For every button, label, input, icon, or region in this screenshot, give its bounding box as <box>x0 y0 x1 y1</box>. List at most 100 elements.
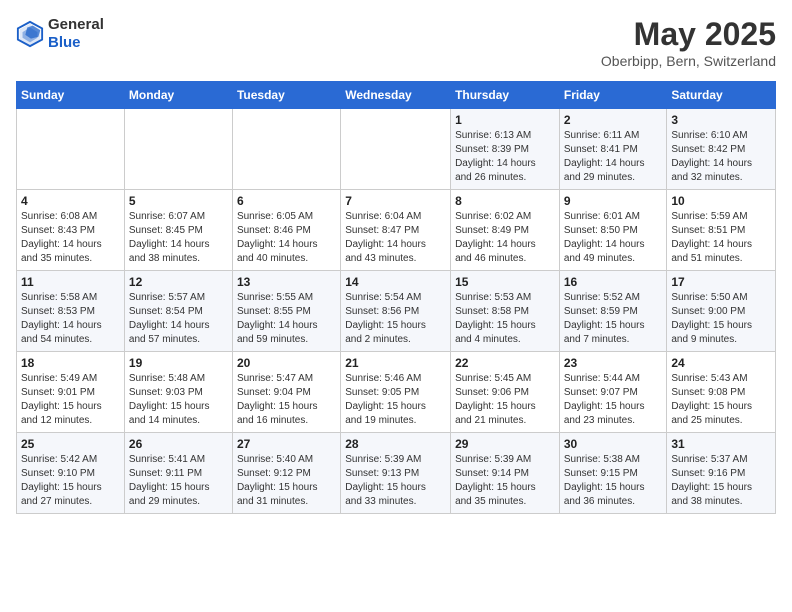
day-info: Sunrise: 6:02 AM Sunset: 8:49 PM Dayligh… <box>455 210 555 266</box>
day-number: 24 <box>671 356 771 370</box>
calendar-cell: 25 Sunrise: 5:42 AM Sunset: 9:10 PM Dayli… <box>17 433 125 514</box>
calendar-cell: 27 Sunrise: 5:40 AM Sunset: 9:12 PM Dayli… <box>232 433 340 514</box>
calendar-cell: 7 Sunrise: 6:04 AM Sunset: 8:47 PM Daylig… <box>341 190 451 271</box>
month-title: May 2025 <box>601 16 776 53</box>
calendar-cell: 14Sunrise: 5:54 AM Sunset: 8:56 PM Dayli… <box>341 271 451 352</box>
calendar-cell: 4Sunrise: 6:08 AM Sunset: 8:43 PM Daylig… <box>17 190 125 271</box>
calendar-cell: 17Sunrise: 5:50 AM Sunset: 9:00 PM Dayli… <box>667 271 776 352</box>
day-info: Sunrise: 6:11 AM Sunset: 8:41 PM Dayligh… <box>564 129 663 185</box>
day-info: Sunrise: 5:57 AM Sunset: 8:54 PM Dayligh… <box>129 291 228 347</box>
day-info: Sunrise: 5:40 AM Sunset: 9:12 PM Dayligh… <box>237 453 336 509</box>
day-number: 19 <box>129 356 228 370</box>
day-info: Sunrise: 5:43 AM Sunset: 9:08 PM Dayligh… <box>671 372 771 428</box>
day-info: Sunrise: 6:01 AM Sunset: 8:50 PM Dayligh… <box>564 210 663 266</box>
header-day-wednesday: Wednesday <box>341 82 451 109</box>
page-header: General Blue May 2025 Oberbipp, Bern, Sw… <box>16 16 776 69</box>
calendar-cell: 12 Sunrise: 5:57 AM Sunset: 8:54 PM Dayli… <box>124 271 232 352</box>
day-number: 18 <box>21 356 120 370</box>
day-number: 9 <box>564 194 663 208</box>
day-number: 14 <box>345 275 446 289</box>
week-row-5: 25 Sunrise: 5:42 AM Sunset: 9:10 PM Dayli… <box>17 433 776 514</box>
calendar-cell: 22 Sunrise: 5:45 AM Sunset: 9:06 PM Dayli… <box>451 352 560 433</box>
day-number: 20 <box>237 356 336 370</box>
day-number: 28 <box>345 437 446 451</box>
calendar-cell <box>232 109 340 190</box>
day-info: Sunrise: 5:39 AM Sunset: 9:13 PM Dayligh… <box>345 453 446 509</box>
day-number: 25 <box>21 437 120 451</box>
calendar-cell: 20 Sunrise: 5:47 AM Sunset: 9:04 PM Dayli… <box>232 352 340 433</box>
calendar-cell: 6 Sunrise: 6:05 AM Sunset: 8:46 PM Daylig… <box>232 190 340 271</box>
day-info: Sunrise: 5:46 AM Sunset: 9:05 PM Dayligh… <box>345 372 446 428</box>
calendar-cell: 3 Sunrise: 6:10 AM Sunset: 8:42 PM Daylig… <box>667 109 776 190</box>
calendar-cell: 1 Sunrise: 6:13 AM Sunset: 8:39 PM Daylig… <box>451 109 560 190</box>
logo-general: General <box>48 16 104 34</box>
calendar-cell <box>124 109 232 190</box>
calendar-header: SundayMondayTuesdayWednesdayThursdayFrid… <box>17 82 776 109</box>
header-day-friday: Friday <box>559 82 667 109</box>
day-info: Sunrise: 5:50 AM Sunset: 9:00 PM Dayligh… <box>671 291 771 347</box>
week-row-3: 11 Sunrise: 5:58 AM Sunset: 8:53 PM Dayli… <box>17 271 776 352</box>
day-info: Sunrise: 5:47 AM Sunset: 9:04 PM Dayligh… <box>237 372 336 428</box>
day-number: 22 <box>455 356 555 370</box>
day-number: 29 <box>455 437 555 451</box>
day-number: 6 <box>237 194 336 208</box>
day-number: 23 <box>564 356 663 370</box>
calendar-cell: 28 Sunrise: 5:39 AM Sunset: 9:13 PM Dayli… <box>341 433 451 514</box>
header-day-saturday: Saturday <box>667 82 776 109</box>
calendar-cell: 19Sunrise: 5:48 AM Sunset: 9:03 PM Dayli… <box>124 352 232 433</box>
calendar-cell: 31Sunrise: 5:37 AM Sunset: 9:16 PM Dayli… <box>667 433 776 514</box>
day-number: 3 <box>671 113 771 127</box>
day-number: 13 <box>237 275 336 289</box>
day-info: Sunrise: 6:04 AM Sunset: 8:47 PM Dayligh… <box>345 210 446 266</box>
day-info: Sunrise: 6:13 AM Sunset: 8:39 PM Dayligh… <box>455 129 555 185</box>
logo-blue: Blue <box>48 34 104 52</box>
calendar-cell: 18Sunrise: 5:49 AM Sunset: 9:01 PM Dayli… <box>17 352 125 433</box>
location: Oberbipp, Bern, Switzerland <box>601 53 776 69</box>
day-info: Sunrise: 5:45 AM Sunset: 9:06 PM Dayligh… <box>455 372 555 428</box>
day-info: Sunrise: 5:44 AM Sunset: 9:07 PM Dayligh… <box>564 372 663 428</box>
day-info: Sunrise: 5:38 AM Sunset: 9:15 PM Dayligh… <box>564 453 663 509</box>
day-info: Sunrise: 5:42 AM Sunset: 9:10 PM Dayligh… <box>21 453 120 509</box>
calendar-cell: 2 Sunrise: 6:11 AM Sunset: 8:41 PM Daylig… <box>559 109 667 190</box>
calendar-body: 1 Sunrise: 6:13 AM Sunset: 8:39 PM Daylig… <box>17 109 776 514</box>
logo: General Blue <box>16 16 104 52</box>
day-number: 2 <box>564 113 663 127</box>
logo-text: General Blue <box>48 16 104 52</box>
week-row-2: 4Sunrise: 6:08 AM Sunset: 8:43 PM Daylig… <box>17 190 776 271</box>
calendar-table: SundayMondayTuesdayWednesdayThursdayFrid… <box>16 81 776 514</box>
day-info: Sunrise: 5:55 AM Sunset: 8:55 PM Dayligh… <box>237 291 336 347</box>
logo-icon <box>16 20 44 48</box>
day-info: Sunrise: 5:59 AM Sunset: 8:51 PM Dayligh… <box>671 210 771 266</box>
day-info: Sunrise: 5:58 AM Sunset: 8:53 PM Dayligh… <box>21 291 120 347</box>
calendar-cell: 29Sunrise: 5:39 AM Sunset: 9:14 PM Dayli… <box>451 433 560 514</box>
calendar-cell <box>17 109 125 190</box>
calendar-cell: 24 Sunrise: 5:43 AM Sunset: 9:08 PM Dayli… <box>667 352 776 433</box>
calendar-cell: 8 Sunrise: 6:02 AM Sunset: 8:49 PM Daylig… <box>451 190 560 271</box>
title-block: May 2025 Oberbipp, Bern, Switzerland <box>601 16 776 69</box>
day-info: Sunrise: 6:07 AM Sunset: 8:45 PM Dayligh… <box>129 210 228 266</box>
day-info: Sunrise: 5:41 AM Sunset: 9:11 PM Dayligh… <box>129 453 228 509</box>
calendar-cell: 13 Sunrise: 5:55 AM Sunset: 8:55 PM Dayli… <box>232 271 340 352</box>
day-number: 15 <box>455 275 555 289</box>
header-day-sunday: Sunday <box>17 82 125 109</box>
day-number: 12 <box>129 275 228 289</box>
week-row-4: 18Sunrise: 5:49 AM Sunset: 9:01 PM Dayli… <box>17 352 776 433</box>
day-info: Sunrise: 6:05 AM Sunset: 8:46 PM Dayligh… <box>237 210 336 266</box>
header-day-thursday: Thursday <box>451 82 560 109</box>
calendar-cell: 11 Sunrise: 5:58 AM Sunset: 8:53 PM Dayli… <box>17 271 125 352</box>
day-info: Sunrise: 5:53 AM Sunset: 8:58 PM Dayligh… <box>455 291 555 347</box>
day-number: 27 <box>237 437 336 451</box>
calendar-cell: 5Sunrise: 6:07 AM Sunset: 8:45 PM Daylig… <box>124 190 232 271</box>
day-number: 11 <box>21 275 120 289</box>
calendar-cell: 23 Sunrise: 5:44 AM Sunset: 9:07 PM Dayli… <box>559 352 667 433</box>
day-number: 7 <box>345 194 446 208</box>
day-info: Sunrise: 6:10 AM Sunset: 8:42 PM Dayligh… <box>671 129 771 185</box>
day-number: 21 <box>345 356 446 370</box>
day-number: 8 <box>455 194 555 208</box>
calendar-cell: 30Sunrise: 5:38 AM Sunset: 9:15 PM Dayli… <box>559 433 667 514</box>
calendar-cell: 26 Sunrise: 5:41 AM Sunset: 9:11 PM Dayli… <box>124 433 232 514</box>
header-day-monday: Monday <box>124 82 232 109</box>
day-number: 26 <box>129 437 228 451</box>
day-number: 1 <box>455 113 555 127</box>
calendar-cell: 16Sunrise: 5:52 AM Sunset: 8:59 PM Dayli… <box>559 271 667 352</box>
